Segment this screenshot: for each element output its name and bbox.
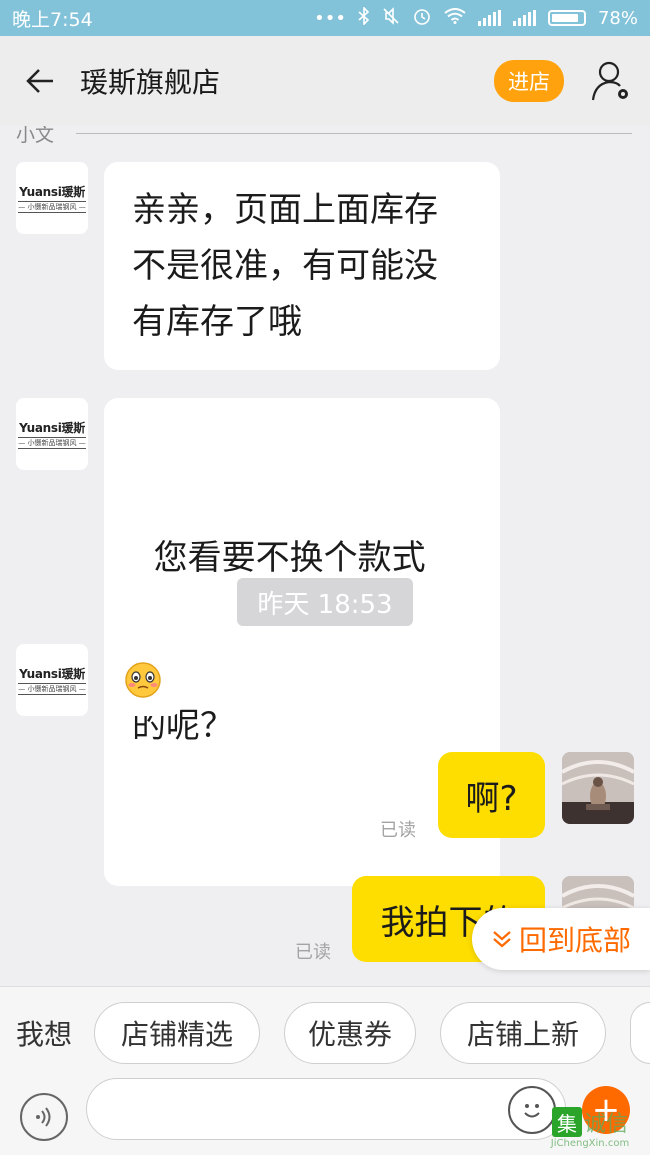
- double-chevron-down-icon: [493, 931, 511, 948]
- store-logo-slogan: — 小慑新品瑞钢风 —: [18, 201, 86, 213]
- page-title: 瑗斯旗舰店: [80, 66, 221, 99]
- signal-icon: [512, 10, 536, 26]
- signal-icon: [477, 10, 501, 26]
- back-button[interactable]: [0, 36, 80, 126]
- store-logo-text: Yuansi瑗斯: [19, 185, 85, 199]
- blushing-face-icon: [125, 662, 161, 698]
- message-input[interactable]: [86, 1078, 566, 1140]
- status-time: 晚上7:54: [12, 8, 93, 31]
- battery-icon: [547, 10, 586, 26]
- message-line: 亲亲，页面上面库存: [132, 190, 438, 230]
- user-settings-icon: [591, 61, 628, 101]
- quick-actions-bar: 我想 店铺精选 优惠券 店铺上新: [0, 986, 650, 1078]
- user-settings-button[interactable]: [586, 56, 636, 106]
- divider-line: [76, 133, 632, 134]
- user-photo-icon: [562, 752, 634, 824]
- chat-header: 瑗斯旗舰店 进店: [0, 36, 650, 126]
- chip-shop-picks[interactable]: 店铺精选: [94, 1001, 261, 1064]
- store-logo-slogan: — 小慑新品瑞钢风 —: [18, 437, 86, 449]
- timestamp-badge: 昨天 18:53: [237, 578, 413, 626]
- scroll-to-bottom-button[interactable]: 回到底部: [472, 908, 650, 970]
- store-avatar[interactable]: Yuansi瑗斯 — 小慑新品瑞钢风 —: [16, 398, 88, 470]
- back-arrow-icon: [26, 69, 53, 93]
- store-avatar[interactable]: Yuansi瑗斯 — 小慑新品瑞钢风 —: [16, 644, 88, 716]
- bluetooth-icon: [358, 5, 370, 30]
- chat-messages[interactable]: 小文 Yuansi瑗斯 — 小慑新品瑞钢风 — 亲亲，页面上面库存 不是很准，有…: [0, 126, 650, 986]
- status-bar: 晚上7:54 ••• 78%: [0, 0, 650, 36]
- mute-icon: [382, 6, 400, 30]
- watermark: 集 诚信 JiChengXin.com: [530, 1106, 650, 1155]
- wifi-icon: [444, 7, 466, 29]
- message-bubble[interactable]: 亲亲，页面上面库存 不是很准，有可能没 有库存了哦: [104, 162, 500, 370]
- quick-actions-label: 我想: [16, 1017, 73, 1051]
- message-line: 不是很准，有可能没: [132, 246, 438, 286]
- sender-divider: 小文: [16, 126, 632, 147]
- my-message-bubble[interactable]: 啊?: [438, 752, 545, 838]
- read-status: 已读: [380, 820, 416, 841]
- watermark-text: 诚信: [583, 1112, 628, 1137]
- read-status: 已读: [295, 942, 331, 963]
- enter-shop-button[interactable]: 进店: [494, 60, 564, 102]
- watermark-row: 集 诚信: [551, 1106, 628, 1138]
- more-dots-icon: •••: [314, 7, 346, 29]
- chip-new-arrivals[interactable]: 店铺上新: [440, 1001, 607, 1064]
- store-logo-slogan: — 小慑新品瑞钢风 —: [18, 683, 86, 695]
- my-avatar[interactable]: [562, 752, 634, 824]
- store-logo-text: Yuansi瑗斯: [19, 421, 85, 435]
- alarm-icon: [412, 6, 432, 31]
- battery-percent: 78%: [597, 7, 638, 29]
- store-avatar[interactable]: Yuansi瑗斯 — 小慑新品瑞钢风 —: [16, 162, 88, 234]
- watermark-mark: 集: [551, 1107, 582, 1137]
- scroll-to-bottom-label: 回到底部: [518, 924, 631, 957]
- chip-more[interactable]: [630, 1001, 650, 1064]
- watermark-url: JiChengXin.com: [550, 1138, 630, 1149]
- emoji-message[interactable]: [104, 644, 182, 716]
- voice-button[interactable]: [20, 1092, 68, 1141]
- sender-name: 小文: [16, 126, 55, 146]
- message-line: 的呢？: [132, 706, 234, 746]
- status-icons: ••• 78%: [314, 5, 638, 31]
- chip-coupons[interactable]: 优惠券: [284, 1001, 417, 1064]
- voice-icon: [36, 1106, 51, 1127]
- message-line: 有库存了哦: [132, 302, 302, 342]
- store-logo-text: Yuansi瑗斯: [19, 667, 85, 681]
